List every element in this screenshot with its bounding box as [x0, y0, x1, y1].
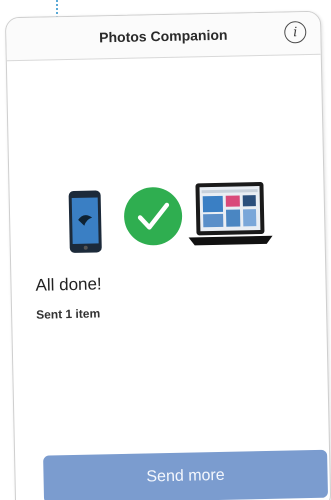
laptop-icon [188, 182, 273, 246]
sent-count-label: Sent 1 item [35, 306, 101, 322]
screen: Photos Companion i All done! Sent 1 item… [0, 0, 331, 500]
app-header: Photos Companion i [5, 11, 321, 62]
send-more-button[interactable]: Send more [43, 449, 329, 500]
phone-icon [68, 190, 102, 253]
checkmark-circle-icon [124, 187, 183, 246]
app-title: Photos Companion [99, 26, 228, 46]
completion-title: All done! [35, 274, 102, 295]
app-window: Photos Companion i All done! Sent 1 item… [4, 10, 331, 500]
transfer-illustration [9, 177, 325, 264]
